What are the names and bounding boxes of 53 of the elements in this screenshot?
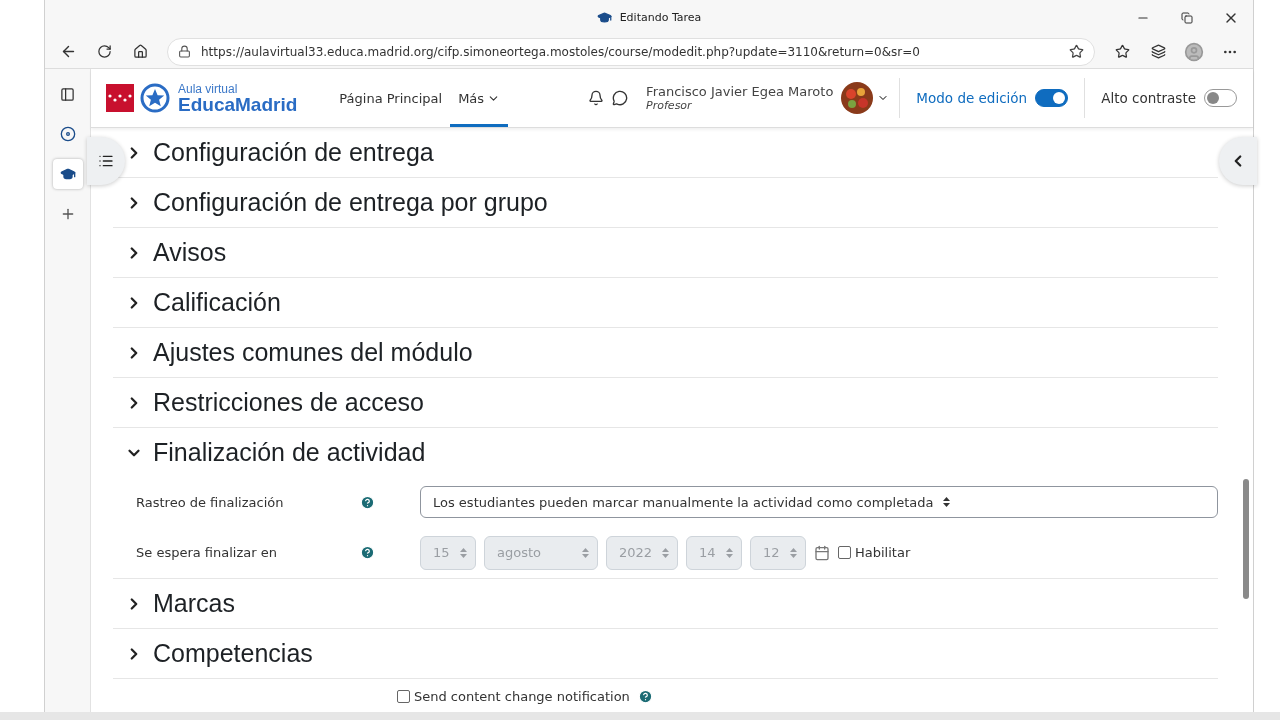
chat-icon[interactable]	[612, 90, 629, 106]
bell-icon[interactable]	[588, 90, 605, 106]
sort-arrows-icon	[943, 497, 951, 507]
profile-icon[interactable]	[1184, 41, 1204, 62]
help-icon[interactable]	[637, 688, 653, 704]
avatar[interactable]	[841, 82, 874, 114]
star-icon[interactable]	[1114, 44, 1130, 59]
section-title[interactable]: Marcas	[153, 589, 235, 618]
user-role: Profesor	[646, 99, 693, 112]
list-icon	[98, 153, 114, 169]
scrollbar-thumb[interactable]	[1243, 479, 1249, 599]
section-title[interactable]: Configuración de entrega por grupo	[153, 188, 548, 217]
sort-arrows-icon	[790, 547, 797, 558]
nav-link[interactable]: Página Principal	[331, 69, 451, 127]
app-icon	[596, 10, 612, 25]
section-title[interactable]: Finalización de actividad	[153, 438, 426, 467]
calendar-icon[interactable]	[814, 544, 830, 561]
graduation-cap-icon	[59, 166, 76, 182]
home-icon[interactable]	[132, 44, 148, 59]
logo-subtitle: Aula virtual	[178, 82, 239, 95]
toggle-switch[interactable]	[1035, 89, 1069, 107]
section-title[interactable]: Competencias	[153, 639, 313, 668]
completion-select[interactable]: Los estudiantes pueden marcar manualmente la actividad como completada	[420, 486, 1218, 518]
section-title[interactable]: Restricciones de acceso	[153, 388, 424, 417]
favorite-star-icon[interactable]	[1069, 44, 1084, 59]
section-title[interactable]: Calificación	[153, 288, 281, 317]
sort-arrows-icon	[582, 547, 589, 558]
sort-arrows-icon	[460, 547, 467, 558]
restore-icon[interactable]	[1181, 11, 1193, 24]
layers-icon[interactable]	[1150, 44, 1166, 59]
refresh-icon[interactable]	[96, 44, 112, 59]
window-title: Editando Tarea	[619, 11, 702, 24]
panel-icon[interactable]	[60, 86, 75, 102]
nav-link[interactable]: Más	[450, 69, 509, 127]
section-title[interactable]: Ajustes comunes del módulo	[153, 338, 473, 367]
toggle-label: Alto contraste	[1101, 90, 1196, 106]
notification-checkbox[interactable]: Send content change notification	[397, 688, 630, 704]
field-label: Rastreo de finalización	[136, 494, 285, 510]
user-name: Francisco Javier Egea Maroto	[646, 84, 834, 99]
tab-button[interactable]	[52, 159, 83, 189]
toggle-label: Modo de edición	[916, 90, 1028, 106]
logo-title: EducaMadrid	[178, 94, 298, 114]
lock-icon	[178, 45, 191, 58]
field-label: Se espera finalizar en	[136, 545, 278, 560]
sort-arrows-icon	[726, 547, 733, 558]
sort-arrows-icon	[662, 547, 669, 558]
section-title[interactable]: Avisos	[153, 238, 227, 267]
logo-icon	[106, 83, 172, 113]
disc-icon[interactable]	[59, 126, 76, 142]
address-field[interactable]: https://aulavirtual33.educa.madrid.org/cifp.simoneortega.mostoles/course/modedit.php?update=3110&return=0&sr=0	[167, 37, 1095, 66]
course-index-button[interactable]	[87, 137, 125, 185]
section-title[interactable]: Configuración de entrega	[153, 138, 434, 167]
toggle-switch[interactable]	[1204, 89, 1237, 107]
